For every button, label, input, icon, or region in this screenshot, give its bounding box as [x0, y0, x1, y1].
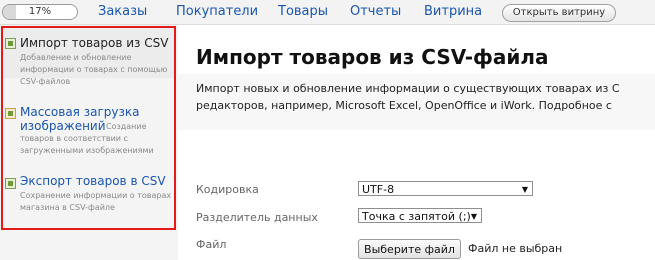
- images-icon: [5, 108, 16, 119]
- sidebar-item-description: Сохранение информации о товарах магазина…: [20, 191, 172, 212]
- open-storefront-button[interactable]: Открыть витрину: [502, 4, 616, 22]
- page-title: Импорт товаров из CSV-файла: [196, 45, 549, 69]
- top-bar: 17% Заказы Покупатели Товары Отчеты Витр…: [0, 0, 655, 25]
- dropdown-arrow-icon: ▼: [470, 212, 477, 221]
- sidebar-item-import-csv[interactable]: Импорт товаров из CSV Добавление и обнов…: [2, 28, 174, 86]
- import-icon: [5, 38, 16, 49]
- intro-text: Импорт новых и обновление информации о с…: [196, 80, 620, 114]
- delimiter-select[interactable]: Точка с запятой (;) ▼: [358, 208, 482, 223]
- file-label: Файл: [196, 238, 227, 251]
- sidebar-item-title: Импорт товаров из CSV: [20, 36, 169, 50]
- sidebar-item-title-line2: изображений: [20, 119, 106, 133]
- dropdown-arrow-icon: ▼: [521, 185, 528, 194]
- sidebar-item-title: Экспорт товаров в CSV: [20, 174, 166, 188]
- progress-bar: 17%: [2, 4, 78, 20]
- nav-orders[interactable]: Заказы: [98, 3, 147, 21]
- sidebar-item-description: Создание: [106, 122, 147, 131]
- delimiter-value: Точка с запятой (;): [362, 210, 471, 223]
- sidebar-item-title: Массовая загрузка: [20, 105, 140, 119]
- progress-label: 17%: [28, 6, 52, 17]
- delimiter-label: Разделитель данных: [196, 211, 318, 224]
- encoding-select[interactable]: UTF-8 ▼: [358, 181, 533, 196]
- nav-reports[interactable]: Отчеты: [350, 3, 401, 21]
- sidebar-item-description: Добавление и обновление информации о тов…: [20, 53, 168, 86]
- choose-file-button[interactable]: Выберите файл: [358, 239, 461, 259]
- sidebar-item-bulk-images[interactable]: Массовая загрузка изображений Создание т…: [2, 100, 174, 160]
- encoding-label: Кодировка: [196, 183, 259, 196]
- intro-line-2: редакторов, например, Microsoft Excel, O…: [196, 99, 612, 112]
- sidebar-item-description-rest: товаров в соответствии с загруженными из…: [20, 134, 154, 155]
- nav-storefront[interactable]: Витрина: [424, 3, 482, 21]
- encoding-value: UTF-8: [362, 183, 395, 196]
- intro-line-1: Импорт новых и обновление информации о с…: [196, 82, 620, 95]
- export-icon: [5, 178, 16, 189]
- sidebar-item-export-csv[interactable]: Экспорт товаров в CSV Сохранение информа…: [2, 168, 174, 222]
- nav-customers[interactable]: Покупатели: [176, 3, 258, 21]
- file-status: Файл не выбран: [468, 242, 563, 255]
- nav-products[interactable]: Товары: [278, 3, 328, 21]
